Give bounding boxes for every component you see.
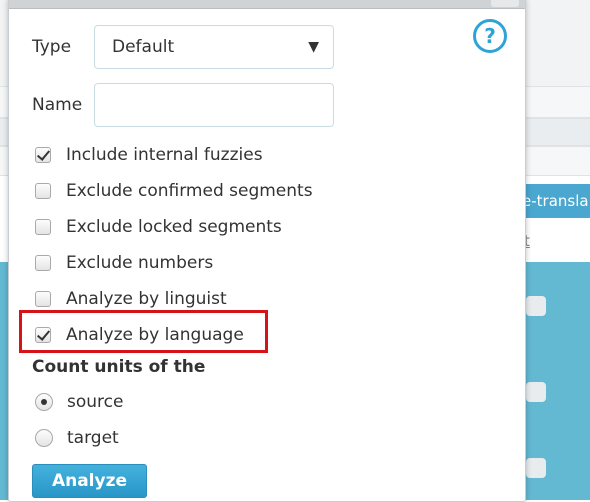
highlight-annotation xyxy=(19,310,268,353)
checkbox[interactable] xyxy=(35,219,51,235)
option-label: Exclude numbers xyxy=(66,253,214,273)
count-units-title: Count units of the xyxy=(32,357,206,377)
name-label: Name xyxy=(32,95,83,115)
radio-target[interactable]: target xyxy=(35,426,119,450)
analysis-dialog: ? Type Default ▼ Name Include internal f… xyxy=(8,0,526,502)
radio-source[interactable]: source xyxy=(35,390,123,414)
type-select[interactable]: Default ▼ xyxy=(94,25,334,69)
radio-label: source xyxy=(67,392,124,412)
option-label: Analyze by linguist xyxy=(66,289,227,309)
option-exclude-locked-segments[interactable]: Exclude locked segments xyxy=(35,215,282,239)
option-exclude-confirmed-segments[interactable]: Exclude confirmed segments xyxy=(35,179,313,203)
radio-label: target xyxy=(67,428,119,448)
dialog-titlebar xyxy=(9,0,525,9)
checkbox[interactable] xyxy=(35,291,51,307)
option-label: Include internal fuzzies xyxy=(66,145,263,165)
radio-button[interactable] xyxy=(35,429,53,447)
radio-button[interactable] xyxy=(35,393,53,411)
background-toggle[interactable] xyxy=(526,296,546,316)
option-analyze-by-linguist[interactable]: Analyze by linguist xyxy=(35,287,227,311)
option-exclude-numbers[interactable]: Exclude numbers xyxy=(35,251,213,275)
option-label: Exclude locked segments xyxy=(66,217,282,237)
help-icon[interactable]: ? xyxy=(473,19,507,53)
checkbox[interactable] xyxy=(35,255,51,271)
type-select-value: Default xyxy=(112,37,175,57)
option-label: Exclude confirmed segments xyxy=(66,181,313,201)
chevron-down-icon: ▼ xyxy=(308,39,319,55)
checkbox[interactable] xyxy=(35,147,51,163)
name-input[interactable] xyxy=(94,83,334,127)
background-toggle[interactable] xyxy=(526,458,546,478)
analyze-button[interactable]: Analyze xyxy=(32,464,147,498)
background-toggle[interactable] xyxy=(526,382,546,402)
dialog-close-button[interactable] xyxy=(491,0,519,7)
checkbox[interactable] xyxy=(35,183,51,199)
option-include-internal-fuzzies[interactable]: Include internal fuzzies xyxy=(35,143,263,167)
type-label: Type xyxy=(32,37,72,57)
